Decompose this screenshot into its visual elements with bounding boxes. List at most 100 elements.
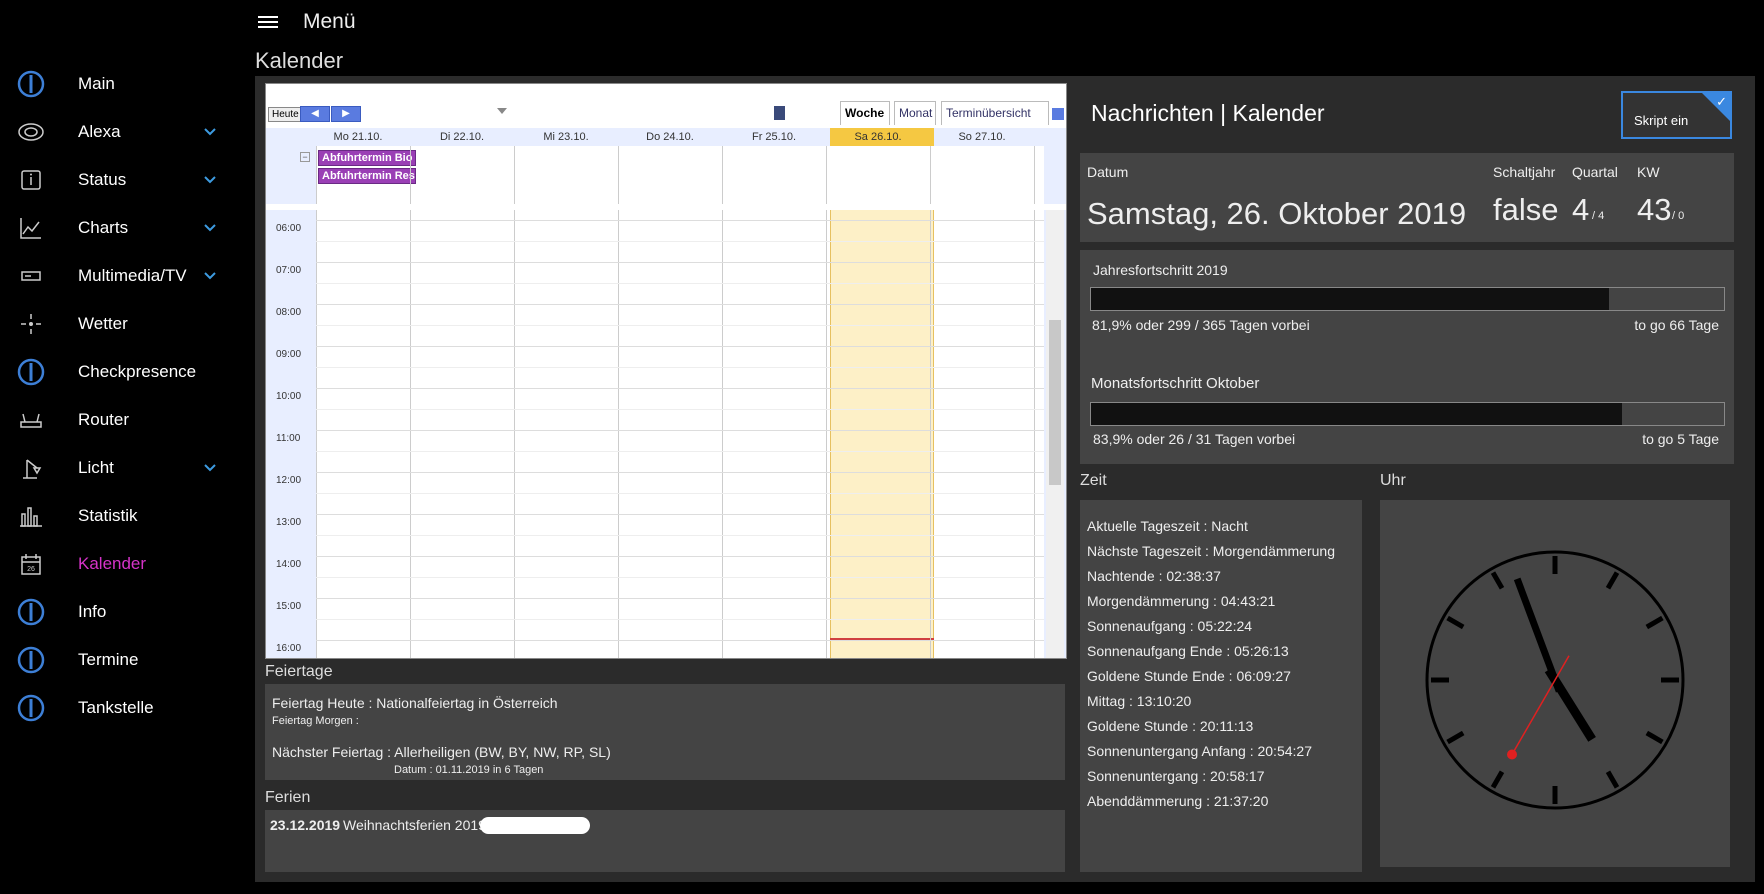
- hour-label: 14:00: [276, 559, 302, 570]
- zeit-row: Mittag : 13:10:20: [1087, 693, 1192, 709]
- sidebar-item-checkpresence[interactable]: Checkpresence: [0, 350, 240, 394]
- allday-event[interactable]: Abfuhrtermin Res: [318, 168, 416, 184]
- sidebar-item-status[interactable]: Status: [0, 158, 240, 202]
- iobroker-logo-icon: [16, 693, 46, 723]
- allday-event[interactable]: Abfuhrtermin Bio: [318, 150, 416, 166]
- sidebar-item-main[interactable]: Main: [0, 62, 240, 106]
- zeit-row: Aktuelle Tageszeit : Nacht: [1087, 518, 1248, 534]
- quartal-value: 4: [1572, 192, 1590, 227]
- day-header[interactable]: Sa 26.10.: [826, 131, 930, 143]
- tab-monat[interactable]: Monat: [894, 101, 936, 125]
- chevron-down-icon[interactable]: [202, 172, 218, 188]
- hour-label: 15:00: [276, 601, 302, 612]
- quartal-label: Quartal: [1572, 164, 1618, 180]
- sidebar-item-label: Licht: [78, 458, 114, 477]
- calendar-select-chevron-icon[interactable]: [497, 108, 507, 114]
- scrollbar-thumb[interactable]: [1049, 320, 1061, 485]
- tab-menu-chevron-icon[interactable]: [1052, 108, 1064, 120]
- kw-label: KW: [1637, 164, 1660, 180]
- sidebar-item-charts[interactable]: Charts: [0, 206, 240, 250]
- sidebar-item-label: Tankstelle: [78, 698, 154, 717]
- kw-total: / 0: [1672, 210, 1685, 222]
- sidebar-item-licht[interactable]: Licht: [0, 446, 240, 490]
- menu-title: Menü: [303, 10, 356, 33]
- chevron-down-icon[interactable]: [202, 268, 218, 284]
- ferien-title: Ferien: [265, 789, 311, 806]
- month-progress-title: Monatsfortschritt Oktober: [1091, 375, 1260, 392]
- today-button[interactable]: Heute: [268, 107, 303, 122]
- sidebar-item-tankstelle[interactable]: Tankstelle: [0, 686, 240, 730]
- sidebar-item-label: Statistik: [78, 506, 138, 525]
- sidebar-item-multimedia-tv[interactable]: Multimedia/TV: [0, 254, 240, 298]
- uhr-title: Uhr: [1380, 472, 1406, 489]
- calendar-time-grid: 06:00 07:00 08:00 09:00 10:00 11:00 12:00 13:00…: [266, 210, 1066, 658]
- today-column: [830, 210, 934, 658]
- script-toggle-button[interactable]: ✓ Skript ein: [1621, 91, 1732, 139]
- checkmark-icon: ✓: [1716, 94, 1727, 109]
- chevron-down-icon[interactable]: [202, 220, 218, 236]
- allday-row: − Abfuhrtermin Bio Abfuhrtermin Res: [266, 146, 1066, 204]
- hour-label: 16:00: [276, 643, 302, 654]
- save-icon[interactable]: [774, 106, 785, 120]
- next-week-button[interactable]: ▶: [331, 106, 361, 122]
- script-button-label: Skript ein: [1634, 113, 1689, 128]
- sidebar-item-termine[interactable]: Termine: [0, 638, 240, 682]
- iobroker-logo-icon: [16, 645, 46, 675]
- svg-text:26: 26: [27, 566, 35, 573]
- sidebar-item-statistik[interactable]: Statistik: [0, 494, 240, 538]
- tab-woche[interactable]: Woche: [840, 101, 890, 125]
- zeit-row: Nachtende : 02:38:37: [1087, 568, 1221, 584]
- feiertag-heute: Feiertag Heute : Nationalfeiertag in Öst…: [272, 695, 558, 711]
- router-icon: [16, 405, 46, 435]
- iobroker-logo-icon: [16, 357, 46, 387]
- tv-box-icon: [16, 261, 46, 291]
- zeit-row: Nächste Tageszeit : Morgendämmerung: [1087, 543, 1335, 559]
- hour-label: 12:00: [276, 475, 302, 486]
- bar-chart-icon: [16, 501, 46, 531]
- ferien-date: 23.12.2019: [270, 817, 341, 833]
- lamp-icon: [16, 453, 46, 483]
- year-togo: to go 66 Tage: [1634, 317, 1719, 333]
- prev-week-button[interactable]: ◀: [300, 106, 330, 122]
- collapse-allday-icon[interactable]: −: [300, 152, 310, 162]
- year-progress-bar: [1090, 287, 1725, 311]
- sidebar-item-alexa[interactable]: Alexa: [0, 110, 240, 154]
- sidebar-item-info[interactable]: Info: [0, 590, 240, 634]
- day-header[interactable]: Fr 25.10.: [722, 131, 826, 143]
- hour-label: 13:00: [276, 517, 302, 528]
- sidebar-item-label: Alexa: [78, 122, 121, 141]
- day-header[interactable]: Mi 23.10.: [514, 131, 618, 143]
- sidebar-item-label: Kalender: [78, 554, 147, 573]
- tab-terminuebersicht[interactable]: Terminübersicht: [941, 101, 1049, 125]
- day-header[interactable]: Di 22.10.: [410, 131, 514, 143]
- ferien-name: Weihnachtsferien 2019: [343, 817, 486, 833]
- hour-label: 11:00: [276, 433, 301, 444]
- hour-label: 09:00: [276, 349, 302, 360]
- feiertage-title: Feiertage: [265, 663, 333, 680]
- datum-label: Datum: [1087, 164, 1129, 180]
- sidebar-item-label: Checkpresence: [78, 362, 197, 381]
- sidebar-item-label: Termine: [78, 650, 139, 669]
- news-title: Nachrichten | Kalender: [1091, 100, 1325, 126]
- day-header[interactable]: So 27.10.: [930, 131, 1034, 143]
- hamburger-menu-icon[interactable]: [256, 13, 280, 33]
- echo-speaker-icon: [16, 117, 46, 147]
- day-header[interactable]: Mo 21.10.: [306, 131, 410, 143]
- day-header[interactable]: Do 24.10.: [618, 131, 722, 143]
- sidebar-item-wetter[interactable]: Wetter: [0, 302, 240, 346]
- iobroker-logo-icon: [16, 597, 46, 627]
- chevron-down-icon[interactable]: [202, 460, 218, 476]
- calendar-scrollbar[interactable]: [1046, 210, 1064, 658]
- month-progress-bar: [1090, 402, 1725, 426]
- info-square-icon: [16, 165, 46, 195]
- month-togo: to go 5 Tage: [1642, 431, 1719, 447]
- chevron-down-icon[interactable]: [202, 124, 218, 140]
- calendar-icon: 26: [16, 549, 46, 579]
- sidebar-item-kalender[interactable]: 26 Kalender: [0, 542, 240, 586]
- month-progress-text: 83,9% oder 26 / 31 Tagen vorbei: [1093, 431, 1296, 447]
- sidebar-item-label: Router: [78, 410, 130, 429]
- hour-label: 07:00: [276, 265, 302, 276]
- line-chart-icon: [16, 213, 46, 243]
- sidebar-item-router[interactable]: Router: [0, 398, 240, 442]
- sidebar: Main Alexa Status Charts Multimedia/TV Wetter…: [0, 0, 240, 894]
